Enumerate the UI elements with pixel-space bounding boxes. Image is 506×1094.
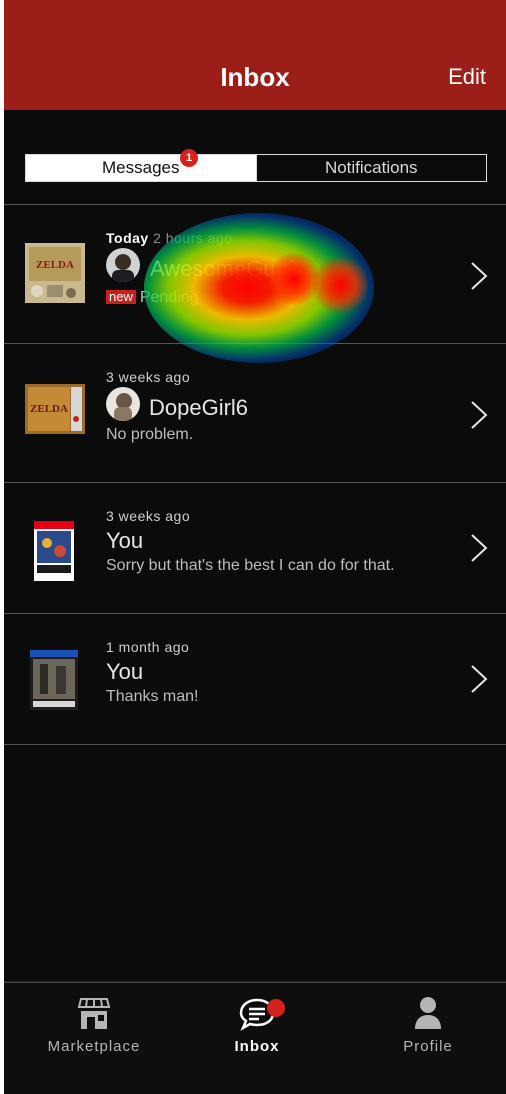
thread-sender-name: AwesomeGuy2 bbox=[150, 256, 299, 281]
thread-row[interactable]: 1 month ago You Thanks man! bbox=[4, 614, 506, 744]
chevron-right-icon bbox=[471, 534, 488, 562]
snippet-text: Pending bbox=[139, 289, 199, 306]
thread-list: ZELDA Today 2 hours ago AwesomeGuy2 new P… bbox=[4, 204, 506, 745]
inbox-tabs: Messages 1 Notifications bbox=[25, 149, 487, 182]
time-ago: 2 hours ago bbox=[153, 230, 233, 246]
page-title: Inbox bbox=[220, 62, 290, 92]
zelda-game-cover-thumbnail: ZELDA bbox=[25, 243, 85, 303]
tab-notifications[interactable]: Notifications bbox=[255, 155, 486, 181]
header-bar: Inbox Edit bbox=[4, 0, 506, 110]
nav-marketplace[interactable]: Marketplace bbox=[34, 995, 154, 1056]
tab-notifications-label: Notifications bbox=[324, 158, 418, 177]
chevron-right-icon bbox=[471, 665, 488, 693]
svg-text:ZELDA: ZELDA bbox=[36, 259, 74, 271]
thread-timestamp: Today 2 hours ago bbox=[106, 229, 233, 247]
thread-timestamp: 1 month ago bbox=[106, 638, 189, 656]
chevron-right-icon bbox=[471, 401, 488, 429]
edit-button[interactable]: Edit bbox=[448, 62, 486, 92]
thread-sender-name: You bbox=[106, 528, 144, 553]
tab-messages-label: Messages bbox=[102, 158, 180, 177]
nav-inbox[interactable]: Inbox bbox=[197, 995, 317, 1056]
avatar bbox=[106, 248, 140, 282]
svg-text:ZELDA: ZELDA bbox=[30, 403, 68, 415]
thread-timestamp: 3 weeks ago bbox=[106, 368, 190, 386]
thread-row[interactable]: 3 weeks ago You Sorry but that's the bes… bbox=[4, 483, 506, 613]
storefront-icon bbox=[77, 998, 111, 1029]
nav-profile-label: Profile bbox=[403, 1038, 453, 1055]
time-ago: 3 weeks ago bbox=[106, 508, 191, 524]
chevron-right-icon bbox=[471, 262, 488, 290]
division-2-case-thumbnail bbox=[30, 650, 78, 710]
thread-row[interactable]: ZELDA Today 2 hours ago AwesomeGuy2 new P… bbox=[4, 205, 506, 363]
time-ago: 3 weeks ago bbox=[106, 369, 191, 385]
thread-snippet: new Pending bbox=[106, 289, 416, 307]
divider bbox=[4, 744, 506, 745]
app-screen: Inbox Edit Messages 1 Notifications ZELD… bbox=[4, 0, 506, 1094]
user-avatar-icon bbox=[106, 387, 140, 421]
ocarina-cartridge-thumbnail: ZELDA bbox=[25, 384, 85, 434]
new-tag: new bbox=[106, 290, 136, 304]
person-icon bbox=[415, 997, 441, 1029]
inbox-notification-dot bbox=[267, 999, 285, 1017]
bottom-nav: Marketplace Inbox Profile bbox=[4, 982, 506, 1094]
thread-snippet: Thanks man! bbox=[106, 688, 199, 705]
thread-sender-name: DopeGirl6 bbox=[149, 395, 249, 420]
user-avatar-icon bbox=[106, 248, 140, 282]
thread-timestamp: 3 weeks ago bbox=[106, 507, 190, 525]
thread-snippet: No problem. bbox=[106, 426, 194, 443]
tab-messages[interactable]: Messages 1 bbox=[26, 149, 256, 181]
thread-sender-name: You bbox=[106, 659, 144, 684]
smash-bros-case-thumbnail bbox=[34, 521, 74, 581]
avatar bbox=[106, 387, 140, 421]
nav-inbox-label: Inbox bbox=[234, 1038, 280, 1055]
time-ago: 1 month ago bbox=[106, 639, 190, 655]
thread-snippet: Sorry but that's the best I can do for t… bbox=[106, 557, 395, 574]
time-prefix: Today bbox=[106, 230, 149, 246]
nav-marketplace-label: Marketplace bbox=[47, 1038, 141, 1055]
nav-profile[interactable]: Profile bbox=[368, 995, 488, 1056]
messages-badge: 1 bbox=[180, 149, 198, 167]
thread-row[interactable]: ZELDA 3 weeks ago DopeGirl6 No problem. bbox=[4, 344, 506, 482]
